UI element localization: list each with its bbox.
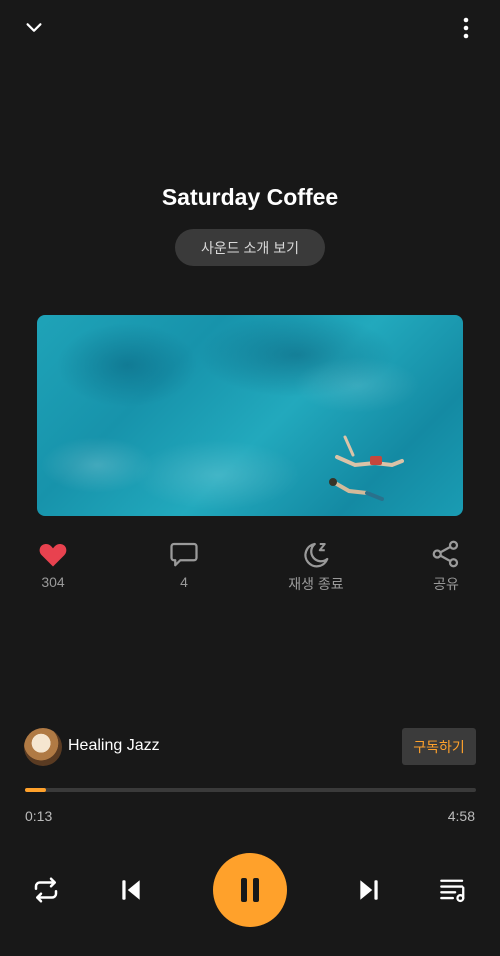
total-time: 4:58 [447,808,475,824]
repeat-icon[interactable] [28,872,64,908]
comment-button[interactable]: 4 [144,540,224,590]
current-time: 0:13 [25,808,53,824]
chevron-down-icon[interactable] [18,12,50,44]
skip-next-icon[interactable] [351,872,387,908]
comment-count: 4 [180,574,188,590]
share-label: 공유 [433,576,459,592]
sleep-timer-label: 재생 종료 [288,576,344,592]
progress-fill [25,788,46,792]
sound-intro-button[interactable]: 사운드 소개 보기 [175,229,325,266]
like-count: 304 [41,574,65,590]
album-cover-image [37,315,463,516]
sleep-timer-button[interactable]: 재생 종료 [276,540,356,594]
share-button[interactable]: 공유 [406,540,486,594]
sleep-moon-icon [301,540,331,568]
channel-avatar[interactable] [24,728,62,766]
like-button[interactable]: 304 [13,540,93,590]
heart-icon [38,540,68,568]
more-vertical-icon[interactable] [450,12,482,44]
skip-previous-icon[interactable] [113,872,149,908]
pause-icon[interactable] [213,853,287,927]
progress-bar[interactable] [25,788,476,792]
track-title: Saturday Coffee [161,184,339,210]
playlist-icon[interactable] [436,872,472,908]
subscribe-button[interactable]: 구독하기 [402,728,476,765]
comment-icon [169,540,199,568]
share-icon [431,540,461,568]
channel-name[interactable]: Healing Jazz [68,737,160,755]
